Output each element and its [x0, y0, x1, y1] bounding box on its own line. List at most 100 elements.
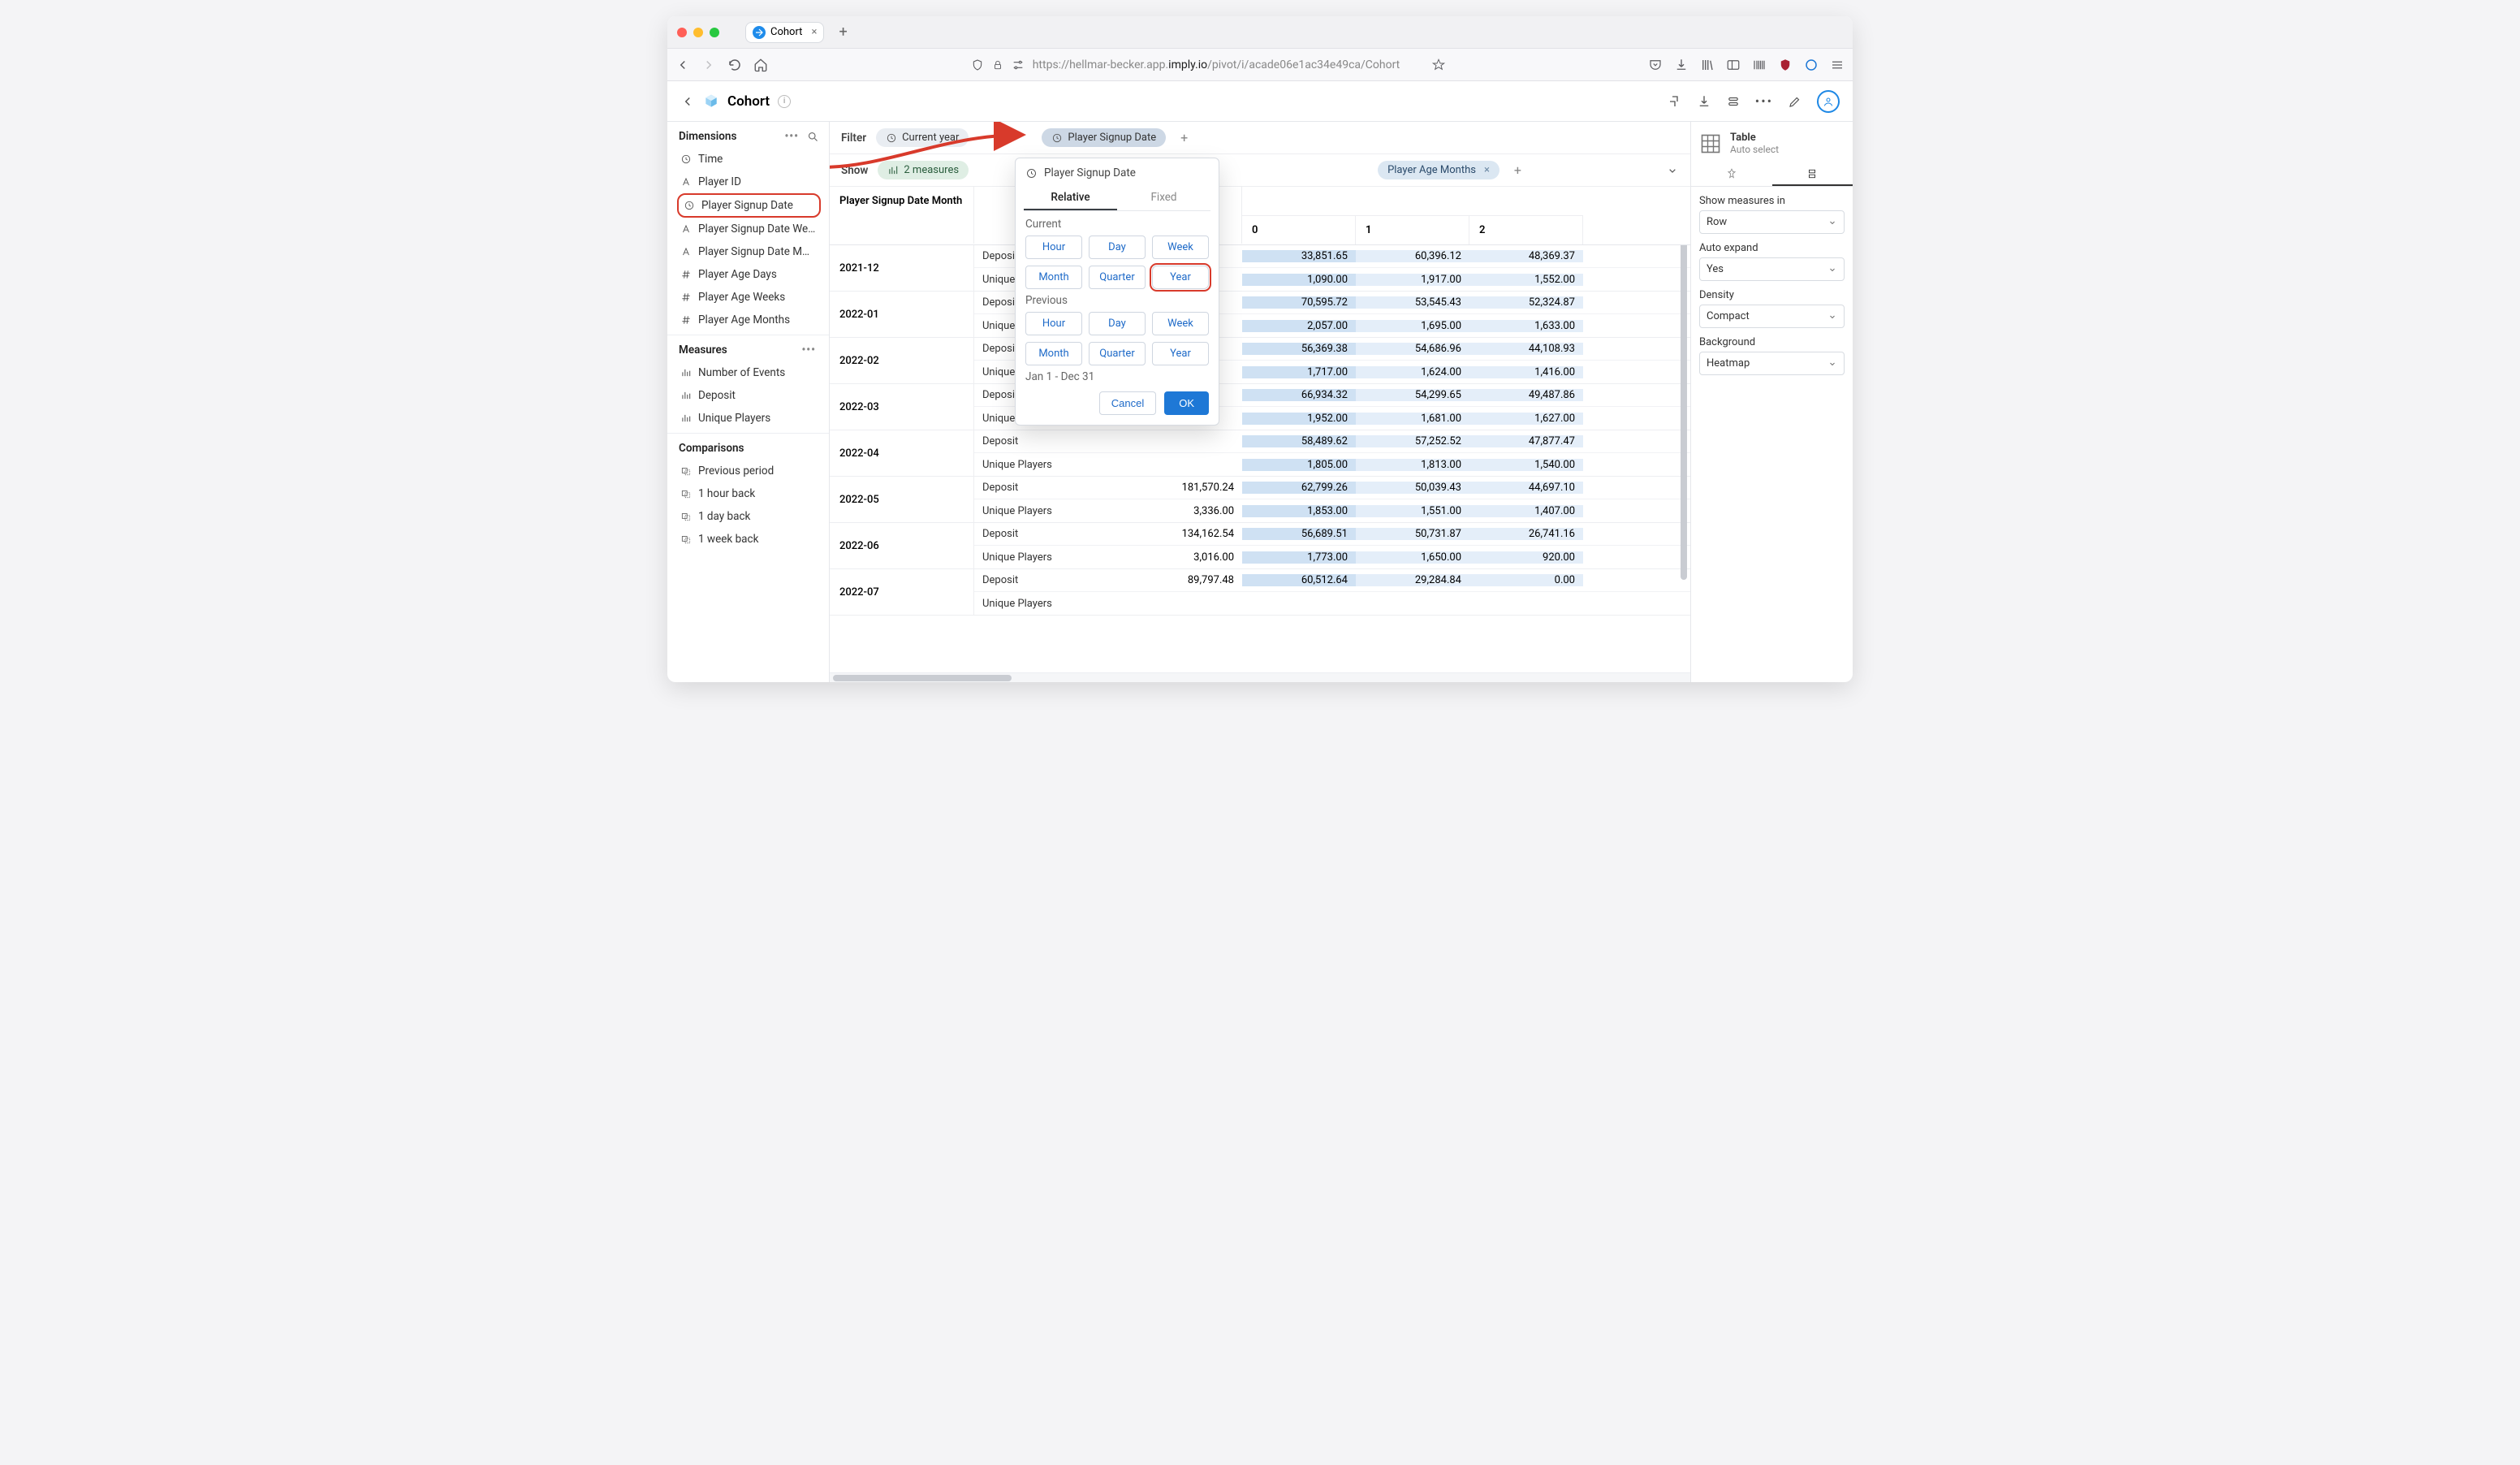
- measure-label-cell: Deposit: [974, 574, 1128, 586]
- col-header-2[interactable]: 2: [1469, 216, 1583, 244]
- time-button-year[interactable]: Year: [1152, 342, 1209, 365]
- browser-url-bar: https://hellmar-becker.app.imply.io/pivo…: [667, 49, 1853, 81]
- time-button-quarter[interactable]: Quarter: [1089, 342, 1146, 365]
- window-controls[interactable]: [677, 28, 719, 37]
- download-action-icon[interactable]: [1697, 94, 1711, 109]
- month-cell[interactable]: 2022-02: [830, 338, 974, 383]
- month-cell[interactable]: 2022-01: [830, 292, 974, 337]
- rp-select[interactable]: Yes: [1699, 257, 1845, 281]
- user-avatar[interactable]: [1817, 90, 1840, 113]
- maximize-window-icon[interactable]: [710, 28, 719, 37]
- add-icon[interactable]: [1668, 94, 1682, 109]
- search-icon[interactable]: [807, 131, 819, 143]
- rp-tab-pin[interactable]: [1691, 163, 1772, 186]
- rp-tab-options[interactable]: [1772, 163, 1853, 186]
- month-cell[interactable]: 2022-05: [830, 477, 974, 522]
- more-actions-icon[interactable]: •••: [1755, 93, 1773, 109]
- time-button-week[interactable]: Week: [1152, 236, 1209, 259]
- library-icon[interactable]: [1700, 58, 1715, 72]
- forward-icon[interactable]: [701, 58, 716, 72]
- filter-chip-signup-date[interactable]: Player Signup Date: [1042, 128, 1166, 147]
- comparison-item[interactable]: 1 hour back: [677, 482, 821, 505]
- horizontal-scrollbar[interactable]: [830, 672, 1690, 682]
- cancel-button[interactable]: Cancel: [1099, 391, 1156, 415]
- time-button-week[interactable]: Week: [1152, 312, 1209, 335]
- edit-icon[interactable]: [1788, 94, 1802, 109]
- month-cell[interactable]: 2021-12: [830, 245, 974, 291]
- time-button-year[interactable]: Year: [1152, 266, 1209, 289]
- measure-item[interactable]: Unique Players: [677, 407, 821, 430]
- time-button-hour[interactable]: Hour: [1025, 312, 1082, 335]
- reload-icon[interactable]: [727, 58, 742, 72]
- dimension-item[interactable]: Player Signup Date: [677, 193, 821, 218]
- time-button-month[interactable]: Month: [1025, 266, 1082, 289]
- chevron-down-icon[interactable]: [1666, 164, 1679, 177]
- measure-item[interactable]: Deposit: [677, 384, 821, 407]
- back-icon[interactable]: [675, 58, 690, 72]
- download-icon[interactable]: [1674, 58, 1689, 72]
- col-header-1[interactable]: 1: [1356, 216, 1469, 244]
- adblock-icon[interactable]: [1778, 58, 1793, 72]
- dimension-item[interactable]: Player Age Days: [677, 263, 821, 286]
- time-button-day[interactable]: Day: [1089, 312, 1146, 335]
- home-icon[interactable]: [753, 58, 768, 72]
- minimize-window-icon[interactable]: [693, 28, 703, 37]
- url-field[interactable]: https://hellmar-becker.app.imply.io/pivo…: [778, 58, 1638, 71]
- time-button-month[interactable]: Month: [1025, 342, 1082, 365]
- rp-select[interactable]: Heatmap: [1699, 352, 1845, 375]
- show-bar: Show 2 measures Player Age Months × +: [830, 154, 1690, 187]
- ok-button[interactable]: OK: [1164, 391, 1209, 415]
- comparison-item[interactable]: 1 week back: [677, 528, 821, 551]
- dimension-item[interactable]: Player Age Weeks: [677, 286, 821, 309]
- add-show-button[interactable]: +: [1509, 162, 1526, 178]
- dimension-item[interactable]: Player ID: [677, 171, 821, 193]
- value-cell: 62,799.26: [1242, 482, 1356, 494]
- tab-fixed[interactable]: Fixed: [1117, 186, 1210, 210]
- time-button-day[interactable]: Day: [1089, 236, 1146, 259]
- extension-icon[interactable]: [1804, 58, 1819, 72]
- pocket-icon[interactable]: [1648, 58, 1663, 72]
- previous-label: Previous: [1025, 294, 1209, 307]
- col-header-month[interactable]: Player Signup Date Month: [830, 187, 974, 244]
- filter-bar: Filter Current year Player Signup Date +: [830, 122, 1690, 154]
- rp-select[interactable]: Compact: [1699, 305, 1845, 328]
- show-chip-age-months[interactable]: Player Age Months ×: [1378, 161, 1499, 179]
- close-window-icon[interactable]: [677, 28, 687, 37]
- rp-select[interactable]: Row: [1699, 210, 1845, 234]
- month-cell[interactable]: 2022-06: [830, 523, 974, 568]
- close-tab-icon[interactable]: ×: [811, 26, 817, 38]
- value-cell: 1,917.00: [1356, 274, 1469, 286]
- filter-chip-current-year[interactable]: Current year: [876, 128, 969, 147]
- measures-more-icon[interactable]: •••: [798, 344, 819, 357]
- comparison-item[interactable]: 1 day back: [677, 505, 821, 528]
- month-cell[interactable]: 2022-04: [830, 430, 974, 476]
- measure-item[interactable]: Number of Events: [677, 361, 821, 384]
- remove-chip-icon[interactable]: ×: [1484, 164, 1490, 176]
- dimension-item[interactable]: Player Age Months: [677, 309, 821, 331]
- month-cell[interactable]: 2022-03: [830, 384, 974, 430]
- menu-icon[interactable]: [1830, 58, 1845, 72]
- rp-select-value: Row: [1707, 216, 1727, 228]
- dimensions-more-icon[interactable]: •••: [781, 130, 802, 143]
- show-measures-chip[interactable]: 2 measures: [878, 161, 969, 179]
- sidebar-icon[interactable]: [1726, 58, 1741, 72]
- new-tab-button[interactable]: +: [832, 24, 853, 41]
- tab-relative[interactable]: Relative: [1024, 186, 1117, 210]
- table-viz-icon[interactable]: [1699, 132, 1722, 155]
- dimension-item[interactable]: Player Signup Date We…: [677, 218, 821, 240]
- col-header-0[interactable]: 0: [1242, 216, 1356, 244]
- browser-tab[interactable]: Cohort ×: [745, 22, 824, 43]
- vertical-scrollbar[interactable]: [1681, 237, 1687, 664]
- back-to-home-icon[interactable]: [680, 94, 695, 109]
- barcode-icon[interactable]: [1752, 58, 1767, 72]
- comparison-item[interactable]: Previous period: [677, 460, 821, 482]
- info-icon[interactable]: i: [778, 95, 791, 108]
- add-filter-button[interactable]: +: [1176, 130, 1193, 145]
- bookmark-icon[interactable]: [1432, 58, 1445, 71]
- dimension-item[interactable]: Time: [677, 148, 821, 171]
- dimension-item[interactable]: Player Signup Date M…: [677, 240, 821, 263]
- share-icon[interactable]: [1726, 94, 1741, 109]
- time-button-hour[interactable]: Hour: [1025, 236, 1082, 259]
- month-cell[interactable]: 2022-07: [830, 569, 974, 615]
- time-button-quarter[interactable]: Quarter: [1089, 266, 1146, 289]
